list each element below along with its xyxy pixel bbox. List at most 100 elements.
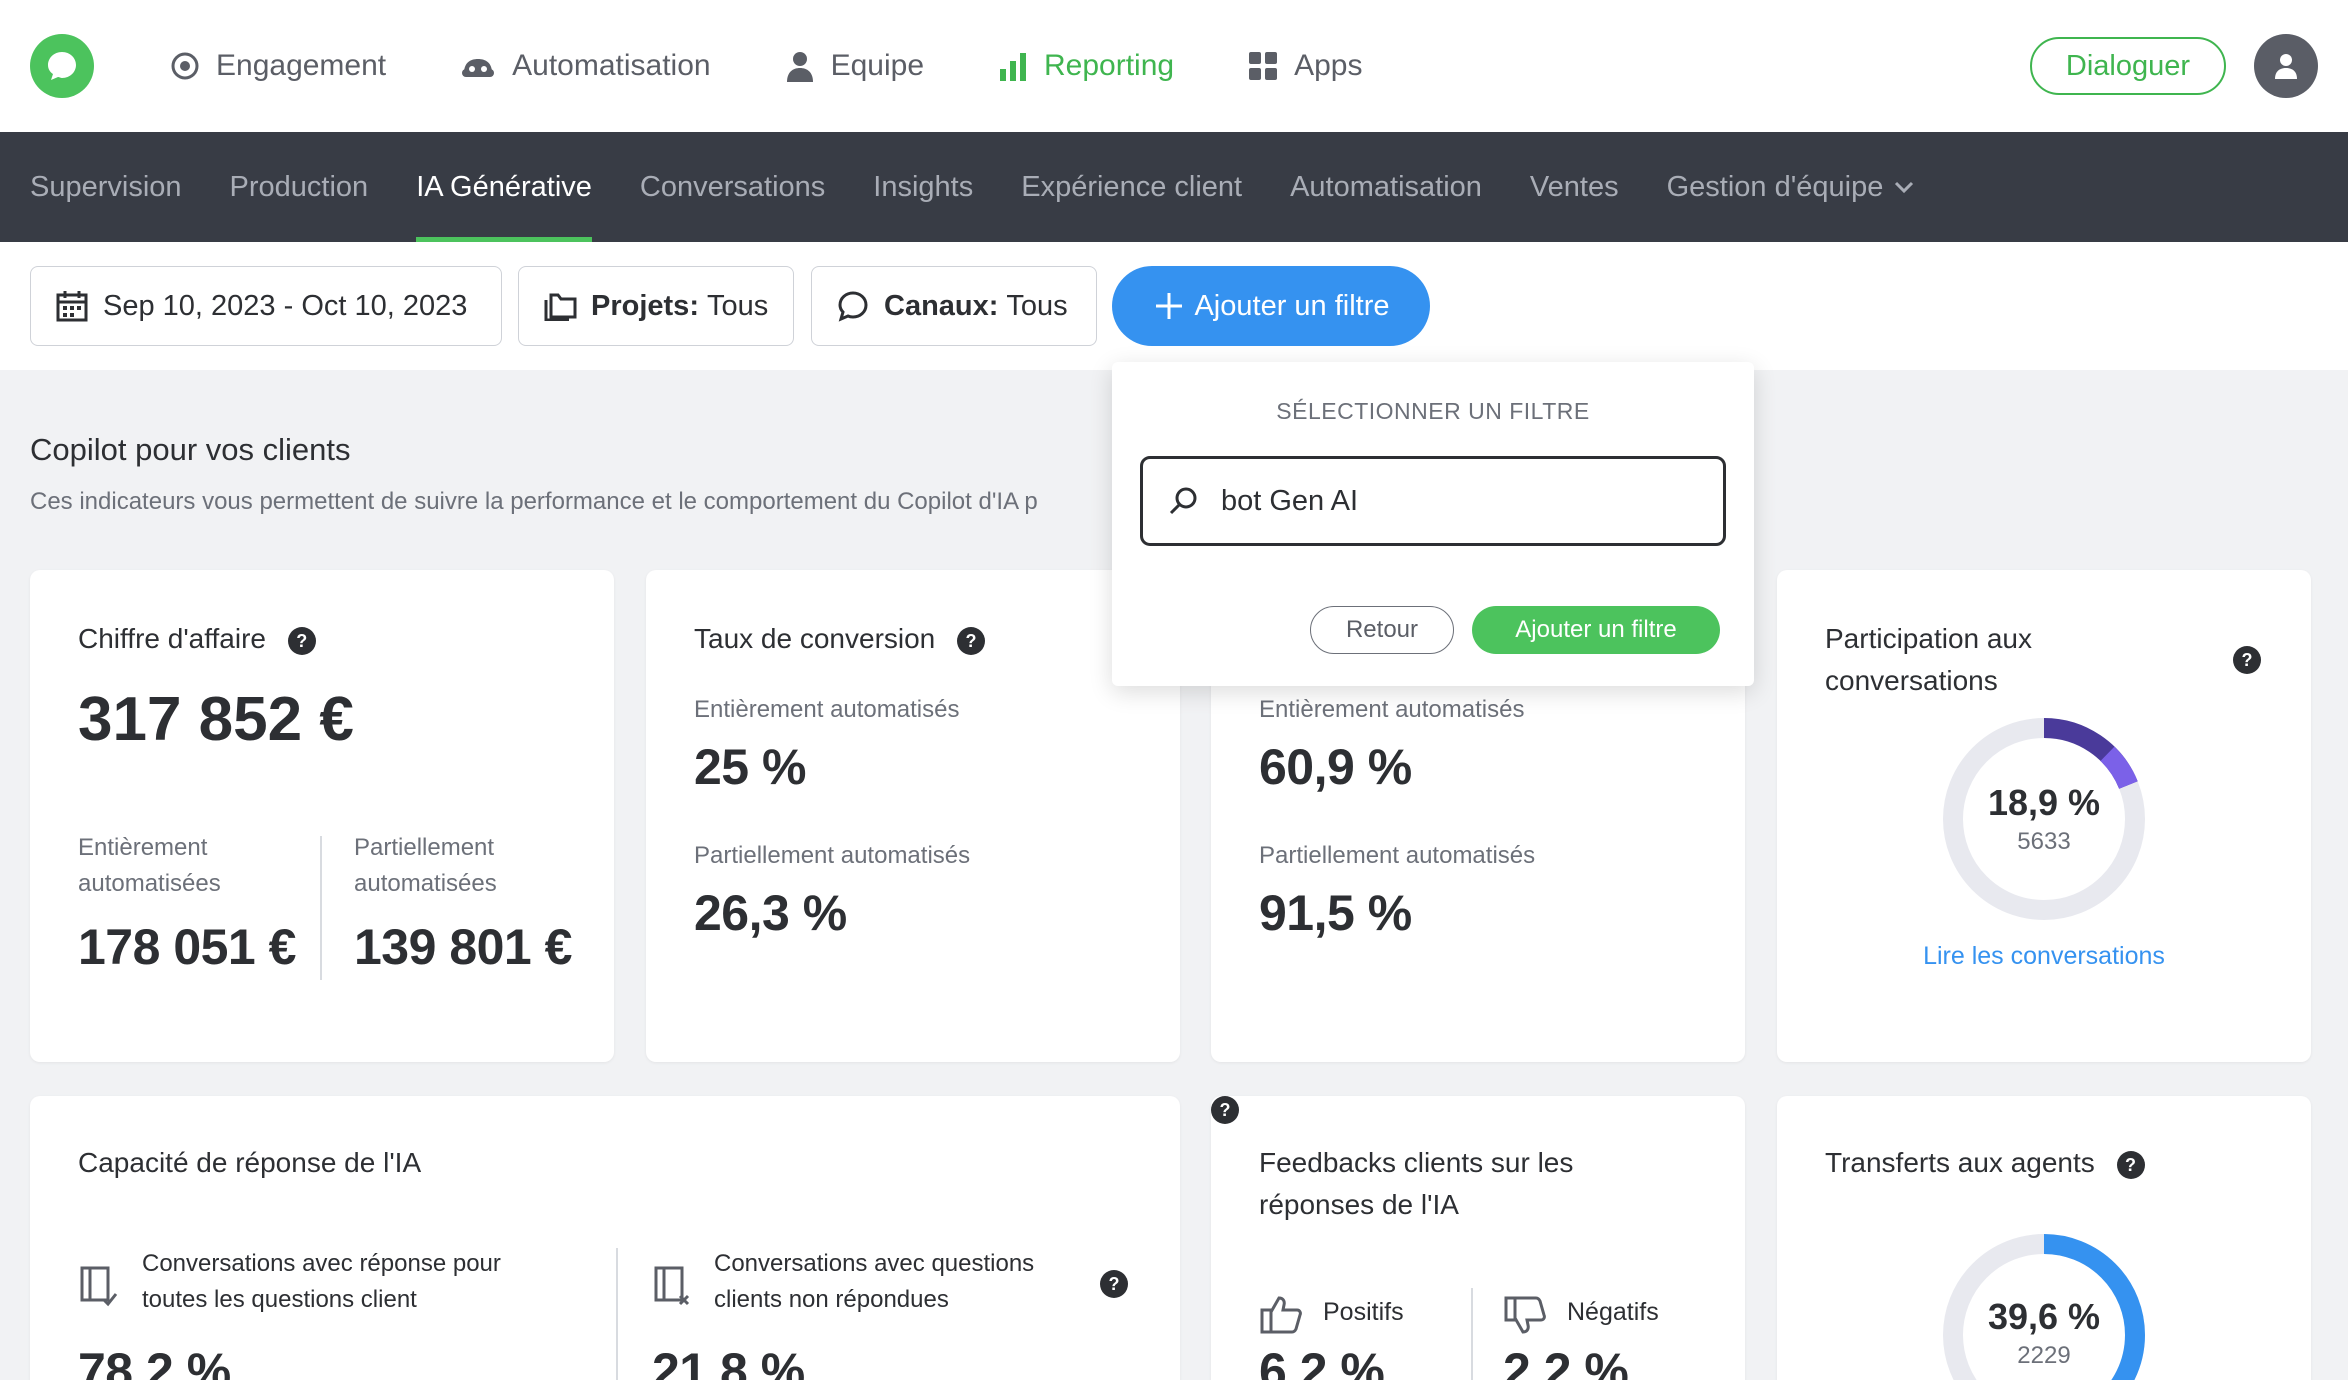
channels-value: Tous: [1006, 289, 1068, 322]
projects-label: Projets:: [591, 289, 699, 322]
top-bar: Engagement Automatisation Equipe Reporti…: [0, 0, 2348, 132]
nav-equipe-label: Equipe: [830, 49, 925, 82]
answered-icon: [80, 1266, 118, 1307]
tab-ventes[interactable]: Ventes: [1530, 132, 1619, 242]
conversion-full-value: 25 %: [694, 739, 806, 795]
participation-count: 5633: [2017, 828, 2071, 855]
popup-title: SÉLECTIONNER UN FILTRE: [1276, 398, 1590, 424]
unanswered-value: 21,8 %: [652, 1343, 805, 1380]
divider: [320, 836, 322, 980]
transfers-count: 2229: [2017, 1342, 2071, 1369]
help-icon[interactable]: ?: [2116, 1150, 2145, 1179]
grid-icon: [1249, 52, 1278, 80]
conversion-partial-value: 26,3 %: [694, 885, 847, 941]
nav-apps-label: Apps: [1294, 49, 1363, 82]
participation-title-line2: conversations: [1825, 665, 1998, 696]
tab-insights[interactable]: Insights: [873, 132, 973, 242]
thumbs-down-icon: [1504, 1296, 1546, 1334]
nav-automatisation[interactable]: Automatisation: [460, 49, 711, 83]
tab-supervision[interactable]: Supervision: [30, 132, 182, 242]
tab-gestion-equipe[interactable]: Gestion d'équipe: [1667, 132, 1918, 242]
transfers-title-text: Transferts aux agents: [1825, 1147, 2095, 1178]
feedback-card-title: Feedbacks clients sur les réponses de l'…: [1259, 1142, 1619, 1226]
capacity-card: Capacité de réponse de l'IA Conversation…: [30, 1096, 1180, 1380]
answered-label-line1: Conversations avec réponse pour: [142, 1250, 501, 1277]
answered-label: Conversations avec réponse pour toutes l…: [142, 1246, 501, 1318]
nav-engagement-label: Engagement: [216, 49, 387, 82]
tab-automatisation[interactable]: Automatisation: [1290, 132, 1482, 242]
feedback-title-line2: réponses de l'IA: [1259, 1189, 1459, 1220]
target-icon: [171, 52, 199, 80]
help-icon[interactable]: ?: [957, 626, 986, 655]
conversion-title-text: Taux de conversion: [694, 623, 936, 654]
tab-gestion-equipe-label: Gestion d'équipe: [1666, 170, 1884, 203]
automation-partial-value: 91,5 %: [1259, 885, 1412, 941]
tab-production[interactable]: Production: [230, 132, 369, 242]
folders-icon: [544, 293, 577, 321]
bar-chart-icon: [1000, 53, 1027, 81]
nav-reporting-label: Reporting: [1044, 49, 1175, 82]
unanswered-label-line2: clients non répondues: [714, 1286, 949, 1313]
filter-search-input[interactable]: bot Gen AI: [1140, 456, 1726, 546]
calendar-icon: [56, 291, 88, 322]
conversion-partial-label: Partiellement automatisés: [694, 842, 971, 869]
nav-engagement[interactable]: Engagement: [170, 49, 386, 83]
tab-conversations[interactable]: Conversations: [640, 132, 825, 242]
tab-ia-generative[interactable]: IA Générative: [416, 132, 592, 242]
read-conversations-link[interactable]: Lire les conversations: [1777, 942, 2311, 971]
revenue-total: 317 852 €: [78, 685, 354, 754]
plus-icon: [1156, 293, 1183, 319]
capacity-card-title: Capacité de réponse de l'IA: [78, 1147, 422, 1178]
answered-value: 78,2 %: [78, 1343, 231, 1380]
help-icon[interactable]: ?: [1100, 1270, 1128, 1298]
nav-reporting[interactable]: Reporting: [998, 49, 1174, 83]
nav-apps[interactable]: Apps: [1248, 49, 1362, 83]
positive-value: 6,2 %: [1259, 1343, 1385, 1380]
help-icon[interactable]: ?: [2233, 646, 2261, 674]
unanswered-label: Conversations avec questions clients non…: [714, 1246, 1034, 1318]
divider: [1471, 1288, 1473, 1380]
help-icon[interactable]: ?: [287, 626, 316, 655]
filter-popup: SÉLECTIONNER UN FILTRE bot Gen AI Retour…: [1112, 362, 1754, 686]
feedback-title-line1: Feedbacks clients sur les: [1259, 1147, 1574, 1178]
nav-equipe[interactable]: Equipe: [785, 49, 924, 83]
conversion-card: Taux de conversion ? Entièrement automat…: [646, 570, 1180, 1062]
participation-card-title: Participation aux conversations: [1825, 618, 2185, 702]
participation-card: Participation aux conversations ? 18,9 %…: [1777, 570, 2311, 1062]
transfers-card-title: Transferts aux agents ?: [1825, 1142, 2145, 1184]
add-filter-label: Ajouter un filtre: [1194, 289, 1390, 322]
revenue-partial-value: 139 801 €: [354, 919, 572, 975]
positive-label: Positifs: [1323, 1298, 1404, 1326]
user-icon: [786, 52, 813, 82]
add-filter-button[interactable]: Ajouter un filtre: [1112, 266, 1430, 346]
section-title: Copilot pour vos clients: [30, 432, 351, 467]
date-range-button[interactable]: Sep 10, 2023 - Oct 10, 2023: [30, 266, 502, 346]
revenue-card-title: Chiffre d'affaire ?: [78, 618, 316, 660]
back-button[interactable]: Retour: [1310, 606, 1454, 654]
projects-value: Tous: [706, 289, 769, 322]
conversion-card-title: Taux de conversion ?: [694, 618, 986, 660]
tab-experience-client[interactable]: Expérience client: [1021, 132, 1242, 242]
projects-filter-button[interactable]: Projets: Tous: [518, 266, 794, 346]
answered-label-line2: toutes les questions client: [142, 1286, 417, 1313]
chat-bubble-icon: [838, 291, 868, 322]
search-icon: [1169, 487, 1197, 515]
filter-bar: Sep 10, 2023 - Oct 10, 2023 Projets: Tou…: [0, 242, 2348, 370]
nav-automatisation-label: Automatisation: [512, 49, 711, 82]
channels-filter-button[interactable]: Canaux: Tous: [811, 266, 1097, 346]
logo-icon[interactable]: [30, 34, 94, 98]
revenue-full-value: 178 051 €: [78, 919, 296, 975]
dialoguer-button[interactable]: Dialoguer: [2030, 37, 2226, 95]
revenue-full-label: Entièrement automatisées: [78, 834, 221, 897]
transfers-card: Transferts aux agents ? 39,6 % 2229: [1777, 1096, 2311, 1380]
revenue-title-text: Chiffre d'affaire: [78, 623, 266, 654]
negative-label: Négatifs: [1567, 1298, 1659, 1326]
automation-partial-label: Partiellement automatisés: [1259, 842, 1536, 869]
avatar[interactable]: [2254, 34, 2318, 98]
revenue-partial-label: Partiellement automatisées: [354, 834, 497, 897]
help-icon[interactable]: ?: [1211, 1096, 1239, 1124]
robot-icon: [462, 59, 495, 77]
popup-add-filter-button[interactable]: Ajouter un filtre: [1472, 606, 1720, 654]
transfers-percent: 39,6 %: [1987, 1296, 2101, 1337]
unanswered-icon: [654, 1266, 690, 1306]
